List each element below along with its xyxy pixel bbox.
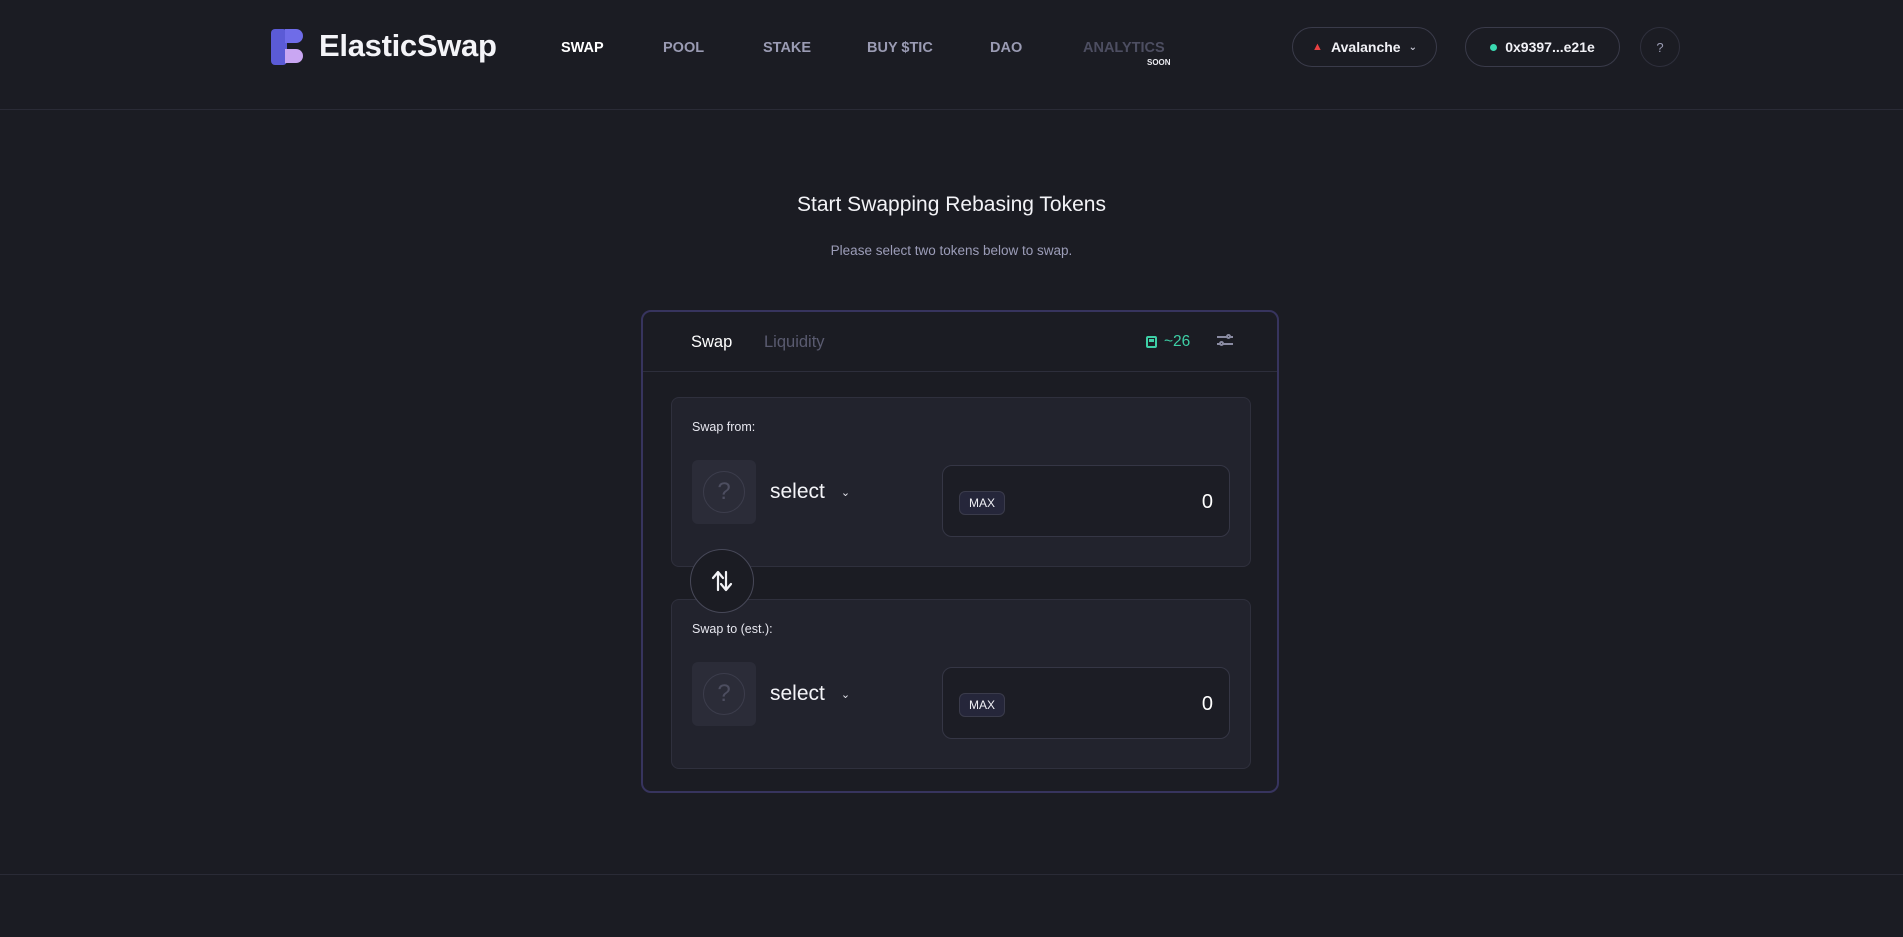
top-header: ElasticSwap SWAP POOL STAKE BUY $TIC DAO…: [0, 0, 1903, 110]
tab-swap[interactable]: Swap: [691, 333, 732, 352]
wallet-address: 0x9397...e21e: [1505, 39, 1595, 55]
tab-liquidity[interactable]: Liquidity: [764, 333, 825, 352]
brand-name: ElasticSwap: [319, 28, 497, 63]
token-select-to[interactable]: select ⌄: [770, 682, 850, 706]
amount-input-from[interactable]: [1063, 486, 1213, 518]
gas-value: ~26: [1164, 333, 1191, 350]
network-selector[interactable]: ▲ Avalanche ⌄: [1292, 27, 1437, 67]
elasticswap-logo-icon: [271, 27, 305, 65]
select-label: select: [770, 682, 825, 705]
page-subtitle: Please select two tokens below to swap.: [830, 243, 1073, 258]
help-button[interactable]: ?: [1640, 27, 1680, 67]
chevron-down-icon: ⌄: [1408, 41, 1417, 53]
network-label: Avalanche: [1331, 39, 1401, 55]
token-select-from[interactable]: select ⌄: [770, 480, 850, 504]
nav-pool[interactable]: POOL: [663, 40, 704, 56]
swap-to-label: Swap to (est.):: [692, 622, 773, 636]
chevron-down-icon: ⌄: [840, 688, 851, 701]
swap-arrows-icon: [711, 570, 733, 592]
nav-buy-tic[interactable]: BUY $TIC: [867, 40, 933, 56]
wallet-button[interactable]: 0x9397...e21e: [1465, 27, 1620, 67]
gas-price: ~26: [1146, 333, 1190, 351]
gas-pump-icon: [1146, 336, 1157, 348]
page-title: Start Swapping Rebasing Tokens: [797, 193, 1106, 216]
soon-badge: SOON: [1147, 58, 1171, 67]
max-button[interactable]: MAX: [959, 491, 1005, 515]
max-button[interactable]: MAX: [959, 693, 1005, 717]
brand-logo[interactable]: ElasticSwap: [271, 27, 497, 65]
select-label: select: [770, 480, 825, 503]
footer-divider: [0, 874, 1903, 875]
token-placeholder-icon[interactable]: ?: [692, 662, 756, 726]
amount-input-to[interactable]: [1063, 688, 1213, 720]
nav-swap[interactable]: SWAP: [561, 40, 604, 56]
amount-box-to: MAX: [942, 667, 1230, 739]
card-header: Swap Liquidity ~26: [643, 312, 1277, 372]
swap-card: Swap Liquidity ~26 Swap from: ? select ⌄…: [641, 310, 1279, 793]
avalanche-icon: ▲: [1312, 41, 1323, 53]
sliders-icon[interactable]: [1217, 333, 1233, 349]
chevron-down-icon: ⌄: [840, 486, 851, 499]
swap-from-label: Swap from:: [692, 420, 756, 434]
swap-to-panel: Swap to (est.): ? select ⌄ MAX: [671, 599, 1251, 769]
nav-stake[interactable]: STAKE: [763, 40, 811, 56]
amount-box-from: MAX: [942, 465, 1230, 537]
nav-analytics: ANALYTICS: [1083, 40, 1165, 56]
swap-from-panel: Swap from: ? select ⌄ MAX: [671, 397, 1251, 567]
connected-status-dot: [1490, 43, 1498, 51]
token-placeholder-icon[interactable]: ?: [692, 460, 756, 524]
nav-dao[interactable]: DAO: [990, 40, 1022, 56]
switch-direction-button[interactable]: [690, 549, 754, 613]
